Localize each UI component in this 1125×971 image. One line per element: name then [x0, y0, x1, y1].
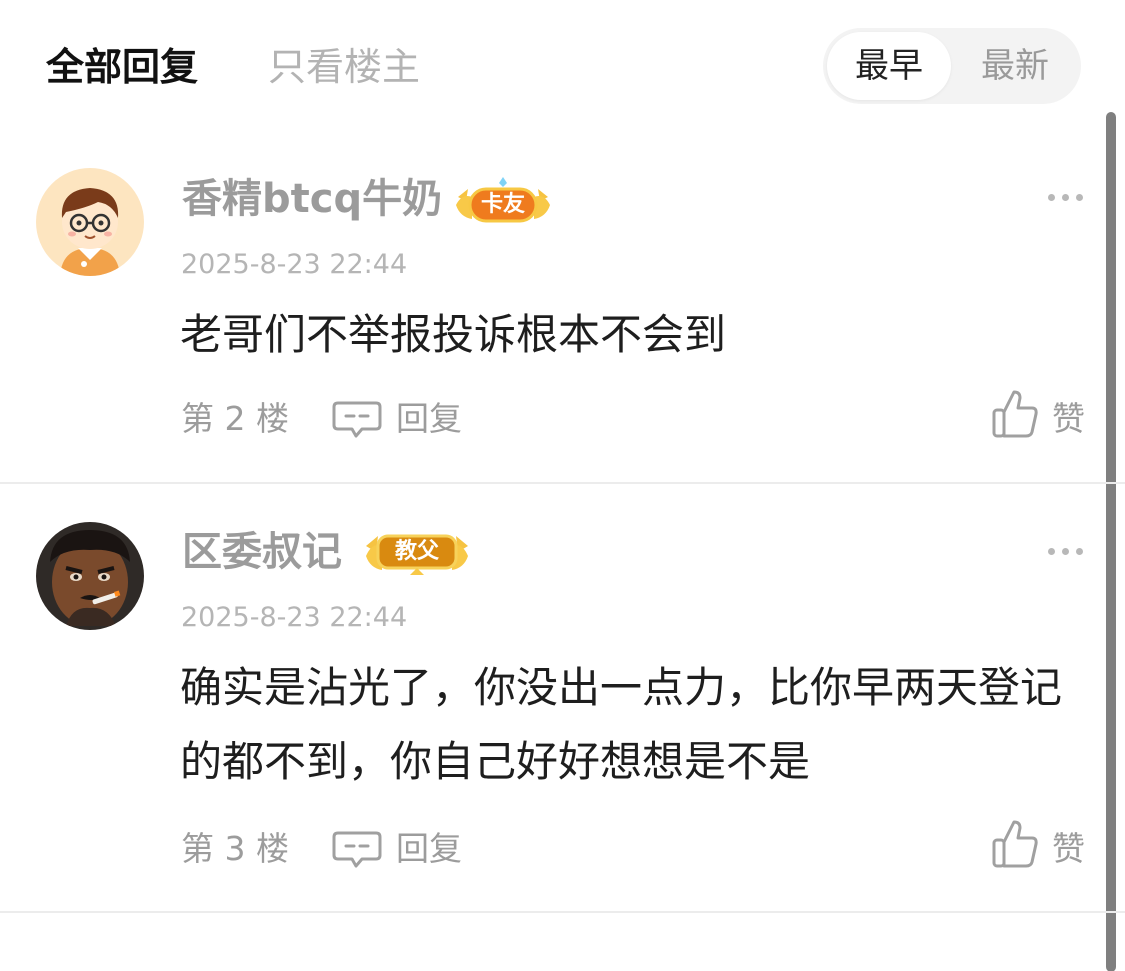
- username[interactable]: 区委叔记: [182, 527, 342, 577]
- comment-item: 香精btcq牛奶 卡友 2025-8-23 22:44 老哥们不举报投诉根本不会…: [0, 120, 1100, 482]
- comment-text: 确实是沾光了，你没出一点力，比你早两天登记的都不到，你自己好好想想是不是: [180, 663, 1063, 786]
- divider: [0, 911, 1125, 913]
- sort-earliest-button[interactable]: 最早: [827, 32, 951, 100]
- floor-number: 第 2 楼: [181, 399, 289, 438]
- comment-bubble-icon: [332, 831, 382, 868]
- username[interactable]: 香精btcq牛奶: [182, 174, 442, 224]
- like-button[interactable]: 赞: [990, 818, 1090, 874]
- cartoon-boy-glasses-avatar-icon: [36, 168, 144, 276]
- tab-op-only[interactable]: 只看楼主: [268, 42, 420, 92]
- more-options-icon[interactable]: [1046, 541, 1086, 561]
- thumbs-up-icon: [992, 390, 1038, 438]
- comment-item: 区委叔记 教父 2025-8-23 22:44 确实是沾光了，你没出一点力，比你…: [0, 484, 1100, 912]
- like-label: 赞: [1052, 399, 1085, 438]
- comment-page: 全部回复 只看楼主 最早 最新 香精btcq牛奶 卡友 2025-8-23 22…: [0, 0, 1125, 971]
- reply-label: 回复: [396, 399, 462, 438]
- user-level-badge: 教父: [364, 526, 470, 576]
- user-level-badge: 卡友: [454, 175, 552, 225]
- reply-label: 回复: [396, 829, 462, 868]
- floor-number: 第 3 楼: [181, 829, 289, 868]
- scrollbar[interactable]: [1106, 112, 1116, 971]
- reply-button[interactable]: 回复: [330, 394, 490, 444]
- comment-timestamp: 2025-8-23 22:44: [181, 249, 408, 280]
- comment-text: 老哥们不举报投诉根本不会到: [180, 310, 727, 359]
- sort-toggle: 最早 最新: [823, 28, 1081, 104]
- comment-footer: 第 3 楼 回复 赞: [0, 820, 1100, 874]
- reply-button[interactable]: 回复: [330, 824, 490, 874]
- sort-newest-button[interactable]: 最新: [953, 32, 1077, 100]
- reply-tab-bar: 全部回复 只看楼主 最早 最新: [0, 0, 1125, 120]
- badge-label: 教父: [394, 539, 439, 564]
- more-options-icon[interactable]: [1046, 187, 1086, 207]
- tab-all-replies[interactable]: 全部回复: [46, 42, 198, 92]
- avatar[interactable]: [36, 522, 144, 630]
- thumbs-up-icon: [992, 820, 1038, 868]
- comment-bubble-icon: [332, 401, 382, 438]
- comment-timestamp: 2025-8-23 22:44: [181, 602, 408, 633]
- avatar[interactable]: [36, 168, 144, 276]
- like-button[interactable]: 赞: [990, 388, 1090, 444]
- like-label: 赞: [1052, 829, 1085, 868]
- comment-footer: 第 2 楼 回复 赞: [0, 390, 1100, 444]
- man-smoking-avatar-icon: [36, 522, 144, 630]
- badge-label: 卡友: [480, 192, 525, 217]
